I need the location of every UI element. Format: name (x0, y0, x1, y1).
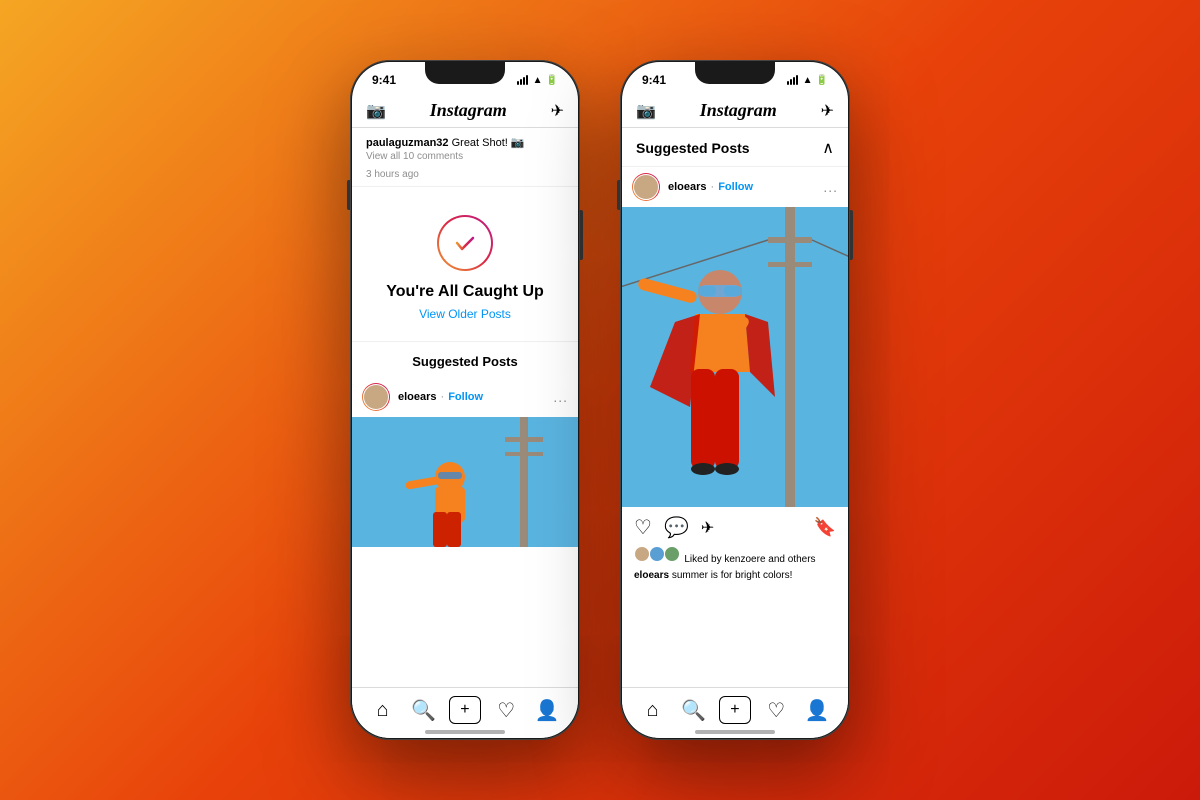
status-icons-2: ▲ 🔋 (787, 75, 828, 86)
avatar-2 (632, 173, 660, 201)
home-indicator-2 (695, 730, 775, 734)
more-button-1[interactable]: ... (553, 389, 568, 405)
scroll-area-2[interactable]: Suggested Posts ∧ eloears · Follow ... (622, 128, 848, 687)
like-avatar-3 (664, 546, 680, 562)
phone-2: 9:41 ▲ 🔋 📷 Instagram ✈ Suggested P (620, 60, 850, 740)
username-follow-1: eloears · Follow (398, 391, 545, 403)
home-indicator-1 (425, 730, 505, 734)
comment-section: paulaguzman32 Great Shot! 📷 View all 10 … (352, 128, 578, 187)
nav-add-2[interactable]: + (719, 696, 751, 724)
nav-profile-1[interactable]: 👤 (531, 696, 563, 724)
notch-2 (695, 62, 775, 84)
phone-1: 9:41 ▲ 🔋 📷 Instagram ✈ (350, 60, 580, 740)
comment-icon-2[interactable]: 💬 (664, 515, 689, 540)
suggested-posts-label-1: Suggested Posts (352, 341, 578, 377)
time-ago: 3 hours ago (366, 169, 419, 180)
post-user-row-2: eloears · Follow ... (622, 167, 848, 207)
view-older-link[interactable]: View Older Posts (419, 307, 511, 321)
caption-2: eloears summer is for bright colors! (622, 568, 848, 585)
avatar-1 (362, 383, 390, 411)
nav-heart-1[interactable]: ♡ (490, 696, 522, 724)
follow-button-2[interactable]: Follow (718, 181, 753, 193)
liked-by-2: Liked by kenzoere and others (622, 544, 848, 568)
dot-sep-2: · (711, 181, 715, 193)
checkmark-circle (437, 215, 493, 271)
caught-up-title: You're All Caught Up (386, 283, 544, 301)
signal-icon (517, 75, 528, 85)
suggested-header-row: Suggested Posts ∧ (622, 128, 848, 167)
nav-search-1[interactable]: 🔍 (408, 696, 440, 724)
camera-icon-1[interactable]: 📷 (366, 101, 386, 121)
post-image-2 (622, 207, 848, 507)
nav-home-2[interactable]: ⌂ (637, 696, 669, 724)
chevron-up-icon[interactable]: ∧ (822, 138, 834, 158)
signal-icon-2 (787, 75, 798, 85)
suggested-label-2: Suggested Posts (636, 140, 750, 156)
status-time-2: 9:41 (642, 73, 666, 87)
nav-profile-2[interactable]: 👤 (801, 696, 833, 724)
post-scene-2 (622, 207, 848, 507)
dot-sep-1: · (441, 391, 445, 403)
caption-text: summer is for bright colors! (672, 570, 793, 581)
comment-username: paulaguzman32 (366, 137, 449, 149)
post-actions-2: ♡ 💬 ✈ 🔖 (622, 507, 848, 544)
caught-up-section: You're All Caught Up View Older Posts (352, 187, 578, 341)
camera-icon-2[interactable]: 📷 (636, 101, 656, 121)
ig-header-1: 📷 Instagram ✈ (352, 94, 578, 128)
nav-search-2[interactable]: 🔍 (678, 696, 710, 724)
dm-icon-2[interactable]: ✈ (821, 101, 834, 121)
like-icon-2[interactable]: ♡ (634, 515, 652, 540)
status-icons-1: ▲ 🔋 (517, 75, 558, 86)
caption-username: eloears (634, 570, 669, 581)
checkmark-icon (451, 229, 479, 257)
post-username-2: eloears (668, 181, 707, 193)
avatar-img-2 (633, 174, 659, 200)
follow-button-1[interactable]: Follow (448, 391, 483, 403)
scroll-area-1[interactable]: paulaguzman32 Great Shot! 📷 View all 10 … (352, 128, 578, 687)
post-actions-left-2: ♡ 💬 ✈ (634, 515, 714, 540)
username-follow-2: eloears · Follow (668, 181, 815, 193)
more-button-2[interactable]: ... (823, 179, 838, 195)
comment-text: paulaguzman32 Great Shot! 📷 (366, 136, 564, 149)
status-time-1: 9:41 (372, 73, 396, 87)
ig-logo-2: Instagram (700, 100, 777, 121)
liked-by-text: Liked by kenzoere and others (684, 554, 815, 565)
like-avatar-1 (634, 546, 650, 562)
save-icon-2[interactable]: 🔖 (814, 517, 836, 538)
like-avatar-2 (649, 546, 665, 562)
post-scene-1 (352, 417, 578, 547)
dm-icon-1[interactable]: ✈ (551, 101, 564, 121)
view-comments[interactable]: View all 10 comments (366, 151, 564, 162)
post-image-1 (352, 417, 578, 547)
avatar-img-1 (363, 384, 389, 410)
share-icon-2[interactable]: ✈ (701, 518, 714, 538)
notch (425, 62, 505, 84)
post-username-1: eloears (398, 391, 437, 403)
comment-body: Great Shot! 📷 (452, 137, 525, 149)
post-user-row-1: eloears · Follow ... (352, 377, 578, 417)
nav-home-1[interactable]: ⌂ (367, 696, 399, 724)
ig-header-2: 📷 Instagram ✈ (622, 94, 848, 128)
ig-logo-1: Instagram (430, 100, 507, 121)
nav-heart-2[interactable]: ♡ (760, 696, 792, 724)
nav-add-1[interactable]: + (449, 696, 481, 724)
